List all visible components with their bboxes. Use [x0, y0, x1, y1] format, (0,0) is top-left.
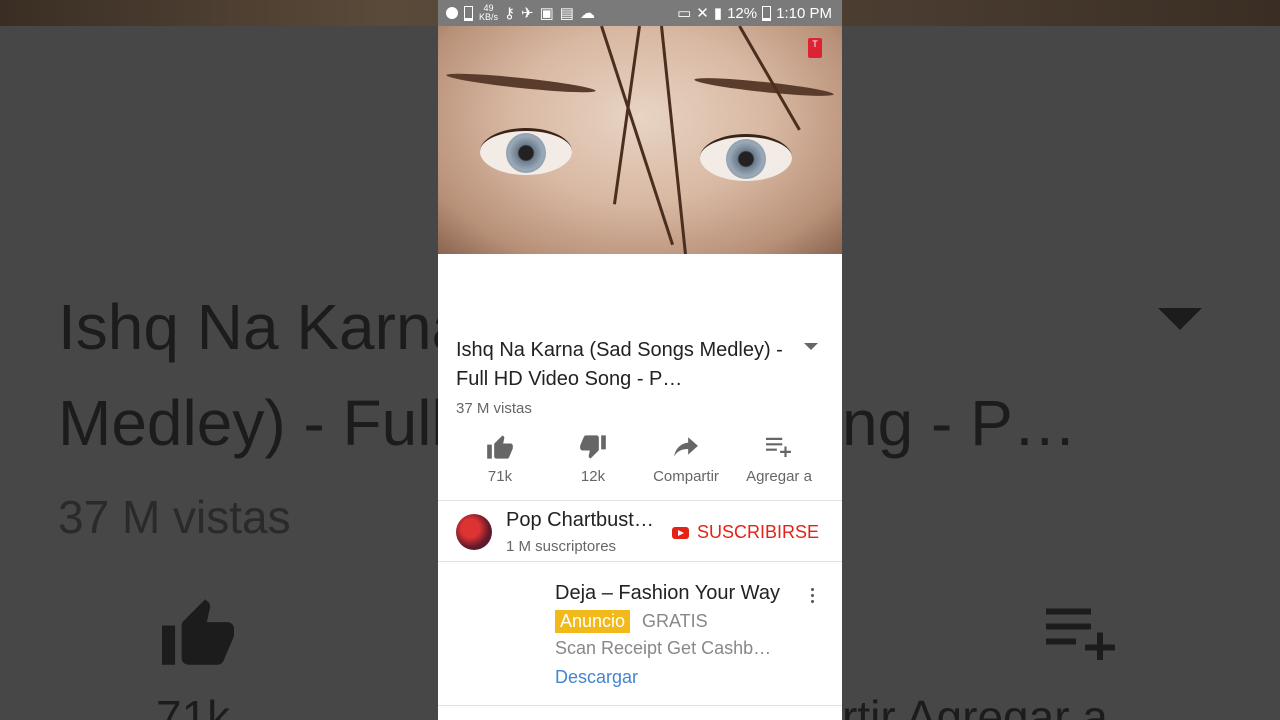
- ad-badge: Anuncio: [555, 610, 631, 633]
- expand-description-icon[interactable]: [804, 343, 818, 350]
- mute-icon: ✕: [696, 5, 709, 22]
- background-caret-icon: [1158, 308, 1202, 330]
- cloud-icon: ☁: [579, 5, 595, 22]
- ad-price: GRATIS: [642, 611, 708, 631]
- right-eye: [700, 134, 792, 181]
- battery-saver-icon: [464, 5, 473, 21]
- action-bar: 71k 12k Compartir Agregar a: [438, 430, 842, 500]
- ad-card[interactable]: Deja – Fashion Your Way Anuncio GRATIS S…: [438, 562, 842, 702]
- left-eyebrow: [445, 70, 597, 96]
- phone-screen: 49 KB/s ⚷ ✈ ▣ ▤ ☁ ▭ ✕ ▮ 12% 1:10 PM T Is…: [438, 0, 842, 720]
- right-eyebrow: [693, 74, 835, 100]
- background-views: 37 M vistas: [58, 491, 291, 543]
- share-label: Compartir: [653, 468, 719, 485]
- left-eye: [480, 128, 572, 175]
- share-icon: [674, 437, 698, 457]
- status-bar: 49 KB/s ⚷ ✈ ▣ ▤ ☁ ▭ ✕ ▮ 12% 1:10 PM: [438, 0, 842, 26]
- background-likes: 71k: [156, 691, 231, 720]
- like-count: 71k: [487, 468, 513, 485]
- cast-icon: ▭: [677, 5, 692, 22]
- channel-row[interactable]: Pop Chartbust… 1 M suscriptores SUSCRIBI…: [438, 501, 842, 561]
- background-thumbs-up-icon: [162, 599, 234, 665]
- like-button[interactable]: 71k: [450, 430, 550, 485]
- network-speed: 49 KB/s: [479, 3, 499, 22]
- thumbs-down-icon: [580, 435, 606, 459]
- clock: 1:10 PM: [776, 4, 832, 22]
- background-title-line1: Ishq Na Karna: [58, 291, 468, 363]
- add-label: Agregar a: [746, 468, 812, 485]
- add-to-playlist-button[interactable]: Agregar a: [729, 430, 829, 485]
- subscriber-count: 1 M suscriptores: [506, 538, 617, 555]
- divider: [438, 705, 842, 706]
- background-title-tail: ng - P…: [842, 387, 1077, 459]
- channel-watermark-logo: T: [808, 38, 822, 58]
- battery-percent: 12%: [727, 4, 758, 22]
- clipboard-icon: ▤: [559, 5, 574, 22]
- channel-name[interactable]: Pop Chartbust…: [506, 509, 654, 532]
- ad-title[interactable]: Deja – Fashion Your Way: [555, 582, 780, 605]
- ad-download-link[interactable]: Descargar: [555, 667, 638, 688]
- battery-icon: [762, 5, 772, 21]
- ad-description: Scan Receipt Get Cashb…: [555, 638, 772, 658]
- view-count: 37 M vistas: [456, 400, 532, 417]
- channel-avatar[interactable]: [456, 514, 492, 550]
- add-to-list-icon: [766, 437, 791, 457]
- dislike-count: 12k: [580, 468, 606, 485]
- dislike-button[interactable]: 12k: [543, 430, 643, 485]
- hair-strand: [612, 26, 641, 205]
- signal-icon: ▮: [713, 5, 723, 22]
- background-bottom-tail: rtir Agregar a: [842, 691, 1108, 720]
- no-location-icon: ✈: [521, 5, 534, 22]
- subscribe-label: SUSCRIBIRSE: [697, 522, 820, 542]
- video-player[interactable]: T: [438, 26, 842, 254]
- youtube-play-icon: [672, 526, 689, 539]
- subscribe-button[interactable]: SUSCRIBIRSE: [672, 522, 819, 543]
- background-title-line2: Medley) - Full: [58, 387, 446, 459]
- share-button[interactable]: Compartir: [636, 430, 736, 485]
- thumbs-up-icon: [487, 435, 513, 459]
- more-options-icon[interactable]: [811, 588, 815, 606]
- hair-strand: [738, 26, 801, 131]
- camera-icon: ▣: [539, 5, 554, 22]
- background-add-to-list-icon: [1046, 608, 1115, 660]
- video-title: Ishq Na Karna (Sad Songs Medley) - Full …: [456, 339, 783, 390]
- key-icon: ⚷: [504, 5, 516, 22]
- notification-icon: [446, 7, 458, 19]
